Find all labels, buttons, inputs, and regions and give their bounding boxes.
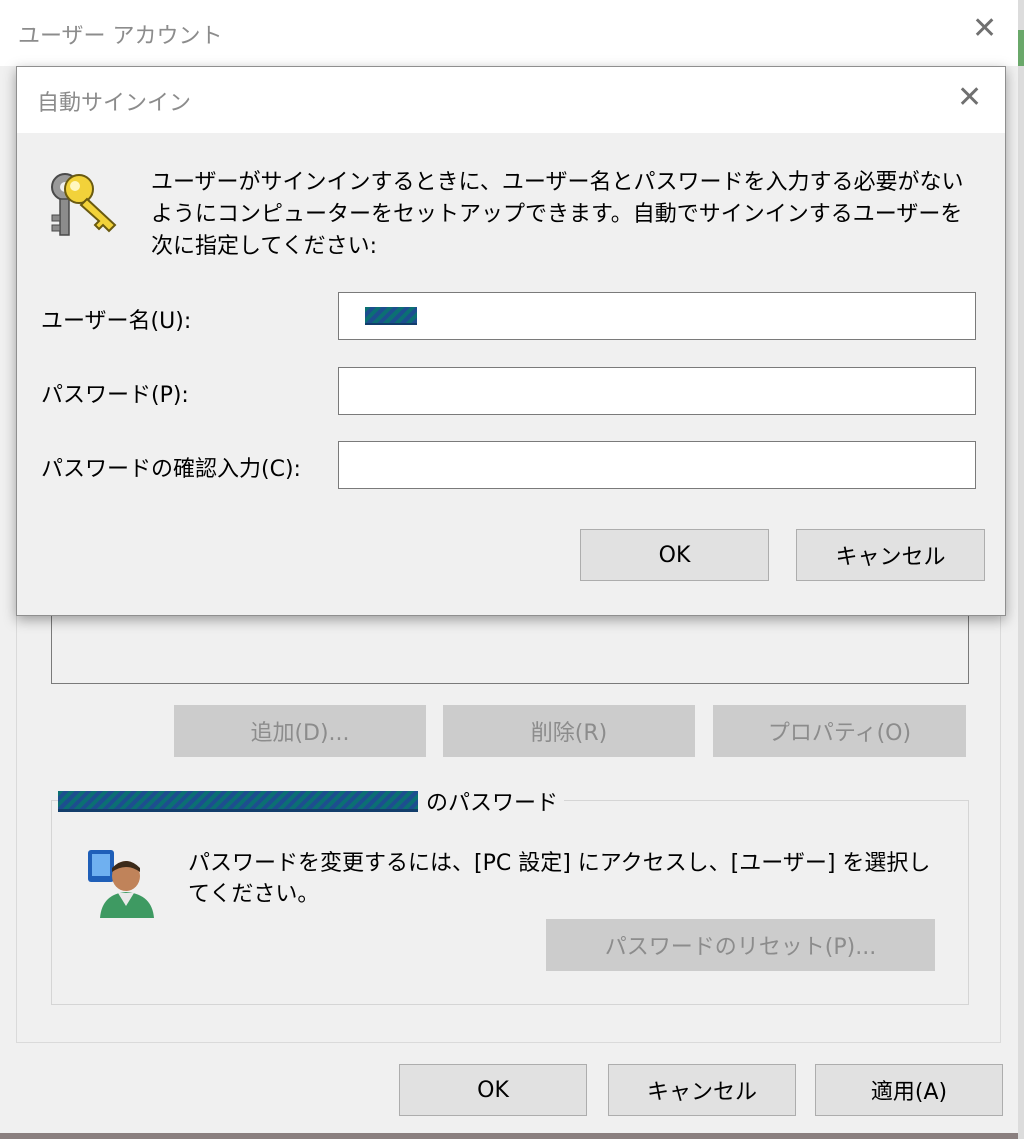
password-input[interactable] — [338, 367, 976, 415]
window-bottom-edge — [0, 1133, 1018, 1139]
dialog-cancel-button[interactable]: キャンセル — [796, 529, 985, 581]
close-icon[interactable]: ✕ — [972, 14, 997, 44]
window-title: ユーザー アカウント — [18, 24, 223, 49]
dialog-ok-button[interactable]: OK — [580, 529, 769, 581]
password-instructions: パスワードを変更するには、[PC 設定] にアクセスし、[ユーザー] を選択して… — [188, 851, 931, 907]
background-window-edge — [1018, 0, 1024, 1139]
confirm-password-label: パスワードの確認入力(C): — [41, 457, 301, 482]
password-group-legend: のパスワード — [58, 787, 565, 816]
auto-signin-dialog: 自動サインイン ✕ ユーザーがサインインするときに、ユーザー名とパスワードを入力… — [16, 66, 1006, 616]
apply-button[interactable]: 適用(A) — [815, 1064, 1003, 1116]
username-input[interactable] — [338, 292, 976, 340]
remove-button[interactable]: 削除(R) — [443, 705, 695, 757]
keys-icon — [51, 173, 117, 236]
user-icon — [88, 850, 154, 918]
dialog-title: 自動サインイン — [37, 91, 192, 116]
password-group-label: のパスワード — [426, 791, 559, 816]
redacted-username — [365, 307, 417, 325]
ok-button[interactable]: OK — [399, 1064, 587, 1116]
redacted-account-name — [58, 790, 418, 812]
add-button[interactable]: 追加(D)... — [174, 705, 426, 757]
dialog-title-bar: 自動サインイン ✕ — [17, 67, 1005, 133]
title-bar: ユーザー アカウント ✕ — [0, 0, 1018, 66]
properties-button[interactable]: プロパティ(O) — [713, 705, 966, 757]
password-label: パスワード(P): — [41, 383, 189, 408]
cancel-button[interactable]: キャンセル — [608, 1064, 796, 1116]
dialog-description: ユーザーがサインインするときに、ユーザー名とパスワードを入力する必要がないように… — [151, 170, 964, 259]
username-label: ユーザー名(U): — [41, 309, 192, 334]
reset-password-button[interactable]: パスワードのリセット(P)... — [546, 919, 935, 971]
dialog-close-icon[interactable]: ✕ — [957, 83, 982, 113]
confirm-password-input[interactable] — [338, 441, 976, 489]
